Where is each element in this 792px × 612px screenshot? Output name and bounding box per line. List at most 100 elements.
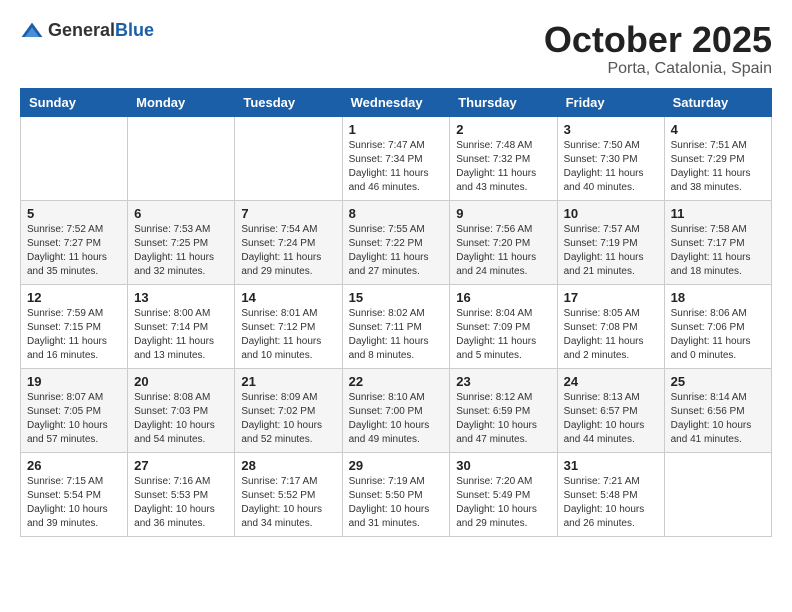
calendar-week-1: 1 Sunrise: 7:47 AM Sunset: 7:34 PM Daylig… bbox=[21, 116, 772, 200]
calendar-cell: 10Sunrise: 7:57 AM Sunset: 7:19 PM Dayli… bbox=[557, 200, 664, 284]
day-number: 7 bbox=[241, 206, 335, 221]
day-info: Sunrise: 7:59 AM Sunset: 7:15 PM Dayligh… bbox=[27, 307, 121, 363]
calendar-table: SundayMondayTuesdayWednesdayThursdayFrid… bbox=[20, 88, 772, 537]
day-info: Sunrise: 8:07 AM Sunset: 7:05 PM Dayligh… bbox=[27, 391, 121, 447]
calendar-cell: 5 Sunrise: 7:52 AM Sunset: 7:27 PM Daylig… bbox=[21, 200, 128, 284]
day-info: Sunrise: 7:16 AM Sunset: 5:53 PM Dayligh… bbox=[134, 475, 228, 531]
weekday-header-tuesday: Tuesday bbox=[235, 88, 342, 116]
calendar-cell: 19 Sunrise: 8:07 AM Sunset: 7:05 PM Dayli… bbox=[21, 368, 128, 452]
day-info: Sunrise: 7:58 AM Sunset: 7:17 PM Dayligh… bbox=[671, 223, 765, 279]
day-number: 26 bbox=[27, 458, 121, 473]
day-info: Sunrise: 7:56 AM Sunset: 7:20 PM Dayligh… bbox=[456, 223, 550, 279]
day-info: Sunrise: 8:13 AM Sunset: 6:57 PM Dayligh… bbox=[564, 391, 658, 447]
day-info: Sunrise: 7:53 AM Sunset: 7:25 PM Dayligh… bbox=[134, 223, 228, 279]
day-number: 9 bbox=[456, 206, 550, 221]
day-info: Sunrise: 8:14 AM Sunset: 6:56 PM Dayligh… bbox=[671, 391, 765, 447]
day-info: Sunrise: 7:21 AM Sunset: 5:48 PM Dayligh… bbox=[564, 475, 658, 531]
day-info: Sunrise: 7:17 AM Sunset: 5:52 PM Dayligh… bbox=[241, 475, 335, 531]
day-info: Sunrise: 8:04 AM Sunset: 7:09 PM Dayligh… bbox=[456, 307, 550, 363]
day-info: Sunrise: 7:50 AM Sunset: 7:30 PM Dayligh… bbox=[564, 139, 658, 195]
calendar-cell: 3Sunrise: 7:50 AM Sunset: 7:30 PM Daylig… bbox=[557, 116, 664, 200]
weekday-header-saturday: Saturday bbox=[664, 88, 771, 116]
calendar-cell: 17Sunrise: 8:05 AM Sunset: 7:08 PM Dayli… bbox=[557, 284, 664, 368]
calendar-cell bbox=[21, 116, 128, 200]
day-number: 13 bbox=[134, 290, 228, 305]
calendar-cell: 30 Sunrise: 7:20 AM Sunset: 5:49 PM Dayli… bbox=[450, 452, 557, 536]
day-number: 21 bbox=[241, 374, 335, 389]
day-number: 25 bbox=[671, 374, 765, 389]
calendar-cell: 27 Sunrise: 7:16 AM Sunset: 5:53 PM Dayli… bbox=[128, 452, 235, 536]
day-number: 20 bbox=[134, 374, 228, 389]
day-number: 22 bbox=[349, 374, 444, 389]
day-number: 6 bbox=[134, 206, 228, 221]
calendar-cell: 15 Sunrise: 8:02 AM Sunset: 7:11 PM Dayli… bbox=[342, 284, 450, 368]
calendar-cell: 1 Sunrise: 7:47 AM Sunset: 7:34 PM Daylig… bbox=[342, 116, 450, 200]
day-number: 12 bbox=[27, 290, 121, 305]
day-number: 27 bbox=[134, 458, 228, 473]
day-number: 29 bbox=[349, 458, 444, 473]
calendar-week-5: 26 Sunrise: 7:15 AM Sunset: 5:54 PM Dayli… bbox=[21, 452, 772, 536]
calendar-cell: 2 Sunrise: 7:48 AM Sunset: 7:32 PM Daylig… bbox=[450, 116, 557, 200]
logo-icon bbox=[20, 21, 44, 41]
day-info: Sunrise: 7:51 AM Sunset: 7:29 PM Dayligh… bbox=[671, 139, 765, 195]
day-number: 5 bbox=[27, 206, 121, 221]
calendar-cell: 22 Sunrise: 8:10 AM Sunset: 7:00 PM Dayli… bbox=[342, 368, 450, 452]
page-header: GeneralBlue October 2025 Porta, Cataloni… bbox=[20, 20, 772, 78]
day-info: Sunrise: 8:01 AM Sunset: 7:12 PM Dayligh… bbox=[241, 307, 335, 363]
weekday-header-monday: Monday bbox=[128, 88, 235, 116]
weekday-header-thursday: Thursday bbox=[450, 88, 557, 116]
calendar-cell: 28Sunrise: 7:17 AM Sunset: 5:52 PM Dayli… bbox=[235, 452, 342, 536]
calendar-cell: 8Sunrise: 7:55 AM Sunset: 7:22 PM Daylig… bbox=[342, 200, 450, 284]
calendar-cell: 11 Sunrise: 7:58 AM Sunset: 7:17 PM Dayli… bbox=[664, 200, 771, 284]
logo: GeneralBlue bbox=[20, 20, 154, 41]
day-number: 2 bbox=[456, 122, 550, 137]
calendar-cell: 4Sunrise: 7:51 AM Sunset: 7:29 PM Daylig… bbox=[664, 116, 771, 200]
day-number: 30 bbox=[456, 458, 550, 473]
day-number: 16 bbox=[456, 290, 550, 305]
calendar-cell: 25 Sunrise: 8:14 AM Sunset: 6:56 PM Dayli… bbox=[664, 368, 771, 452]
day-info: Sunrise: 7:52 AM Sunset: 7:27 PM Dayligh… bbox=[27, 223, 121, 279]
day-info: Sunrise: 7:20 AM Sunset: 5:49 PM Dayligh… bbox=[456, 475, 550, 531]
day-info: Sunrise: 7:15 AM Sunset: 5:54 PM Dayligh… bbox=[27, 475, 121, 531]
calendar-cell: 24 Sunrise: 8:13 AM Sunset: 6:57 PM Dayli… bbox=[557, 368, 664, 452]
calendar-cell: 29 Sunrise: 7:19 AM Sunset: 5:50 PM Dayli… bbox=[342, 452, 450, 536]
day-number: 31 bbox=[564, 458, 658, 473]
day-info: Sunrise: 7:47 AM Sunset: 7:34 PM Dayligh… bbox=[349, 139, 444, 195]
day-info: Sunrise: 8:06 AM Sunset: 7:06 PM Dayligh… bbox=[671, 307, 765, 363]
day-info: Sunrise: 8:08 AM Sunset: 7:03 PM Dayligh… bbox=[134, 391, 228, 447]
calendar-cell: 23Sunrise: 8:12 AM Sunset: 6:59 PM Dayli… bbox=[450, 368, 557, 452]
day-number: 19 bbox=[27, 374, 121, 389]
day-number: 18 bbox=[671, 290, 765, 305]
day-number: 24 bbox=[564, 374, 658, 389]
calendar-cell: 9 Sunrise: 7:56 AM Sunset: 7:20 PM Daylig… bbox=[450, 200, 557, 284]
day-info: Sunrise: 7:57 AM Sunset: 7:19 PM Dayligh… bbox=[564, 223, 658, 279]
weekday-header-row: SundayMondayTuesdayWednesdayThursdayFrid… bbox=[21, 88, 772, 116]
day-info: Sunrise: 8:02 AM Sunset: 7:11 PM Dayligh… bbox=[349, 307, 444, 363]
calendar-cell: 6 Sunrise: 7:53 AM Sunset: 7:25 PM Daylig… bbox=[128, 200, 235, 284]
logo-text-blue: Blue bbox=[115, 20, 154, 40]
day-number: 17 bbox=[564, 290, 658, 305]
calendar-cell: 26 Sunrise: 7:15 AM Sunset: 5:54 PM Dayli… bbox=[21, 452, 128, 536]
day-number: 8 bbox=[349, 206, 444, 221]
weekday-header-sunday: Sunday bbox=[21, 88, 128, 116]
day-number: 15 bbox=[349, 290, 444, 305]
calendar-cell: 31 Sunrise: 7:21 AM Sunset: 5:48 PM Dayli… bbox=[557, 452, 664, 536]
calendar-cell bbox=[128, 116, 235, 200]
calendar-week-4: 19 Sunrise: 8:07 AM Sunset: 7:05 PM Dayli… bbox=[21, 368, 772, 452]
calendar-cell bbox=[235, 116, 342, 200]
day-number: 1 bbox=[349, 122, 444, 137]
day-info: Sunrise: 8:00 AM Sunset: 7:14 PM Dayligh… bbox=[134, 307, 228, 363]
location-title: Porta, Catalonia, Spain bbox=[544, 60, 772, 78]
calendar-cell: 20 Sunrise: 8:08 AM Sunset: 7:03 PM Dayli… bbox=[128, 368, 235, 452]
day-number: 11 bbox=[671, 206, 765, 221]
calendar-cell: 18 Sunrise: 8:06 AM Sunset: 7:06 PM Dayli… bbox=[664, 284, 771, 368]
month-title: October 2025 bbox=[544, 20, 772, 60]
day-info: Sunrise: 7:19 AM Sunset: 5:50 PM Dayligh… bbox=[349, 475, 444, 531]
day-info: Sunrise: 7:48 AM Sunset: 7:32 PM Dayligh… bbox=[456, 139, 550, 195]
logo-text-general: General bbox=[48, 20, 115, 40]
day-info: Sunrise: 8:10 AM Sunset: 7:00 PM Dayligh… bbox=[349, 391, 444, 447]
calendar-cell: 13 Sunrise: 8:00 AM Sunset: 7:14 PM Dayli… bbox=[128, 284, 235, 368]
calendar-cell: 7Sunrise: 7:54 AM Sunset: 7:24 PM Daylig… bbox=[235, 200, 342, 284]
calendar-week-2: 5 Sunrise: 7:52 AM Sunset: 7:27 PM Daylig… bbox=[21, 200, 772, 284]
weekday-header-wednesday: Wednesday bbox=[342, 88, 450, 116]
